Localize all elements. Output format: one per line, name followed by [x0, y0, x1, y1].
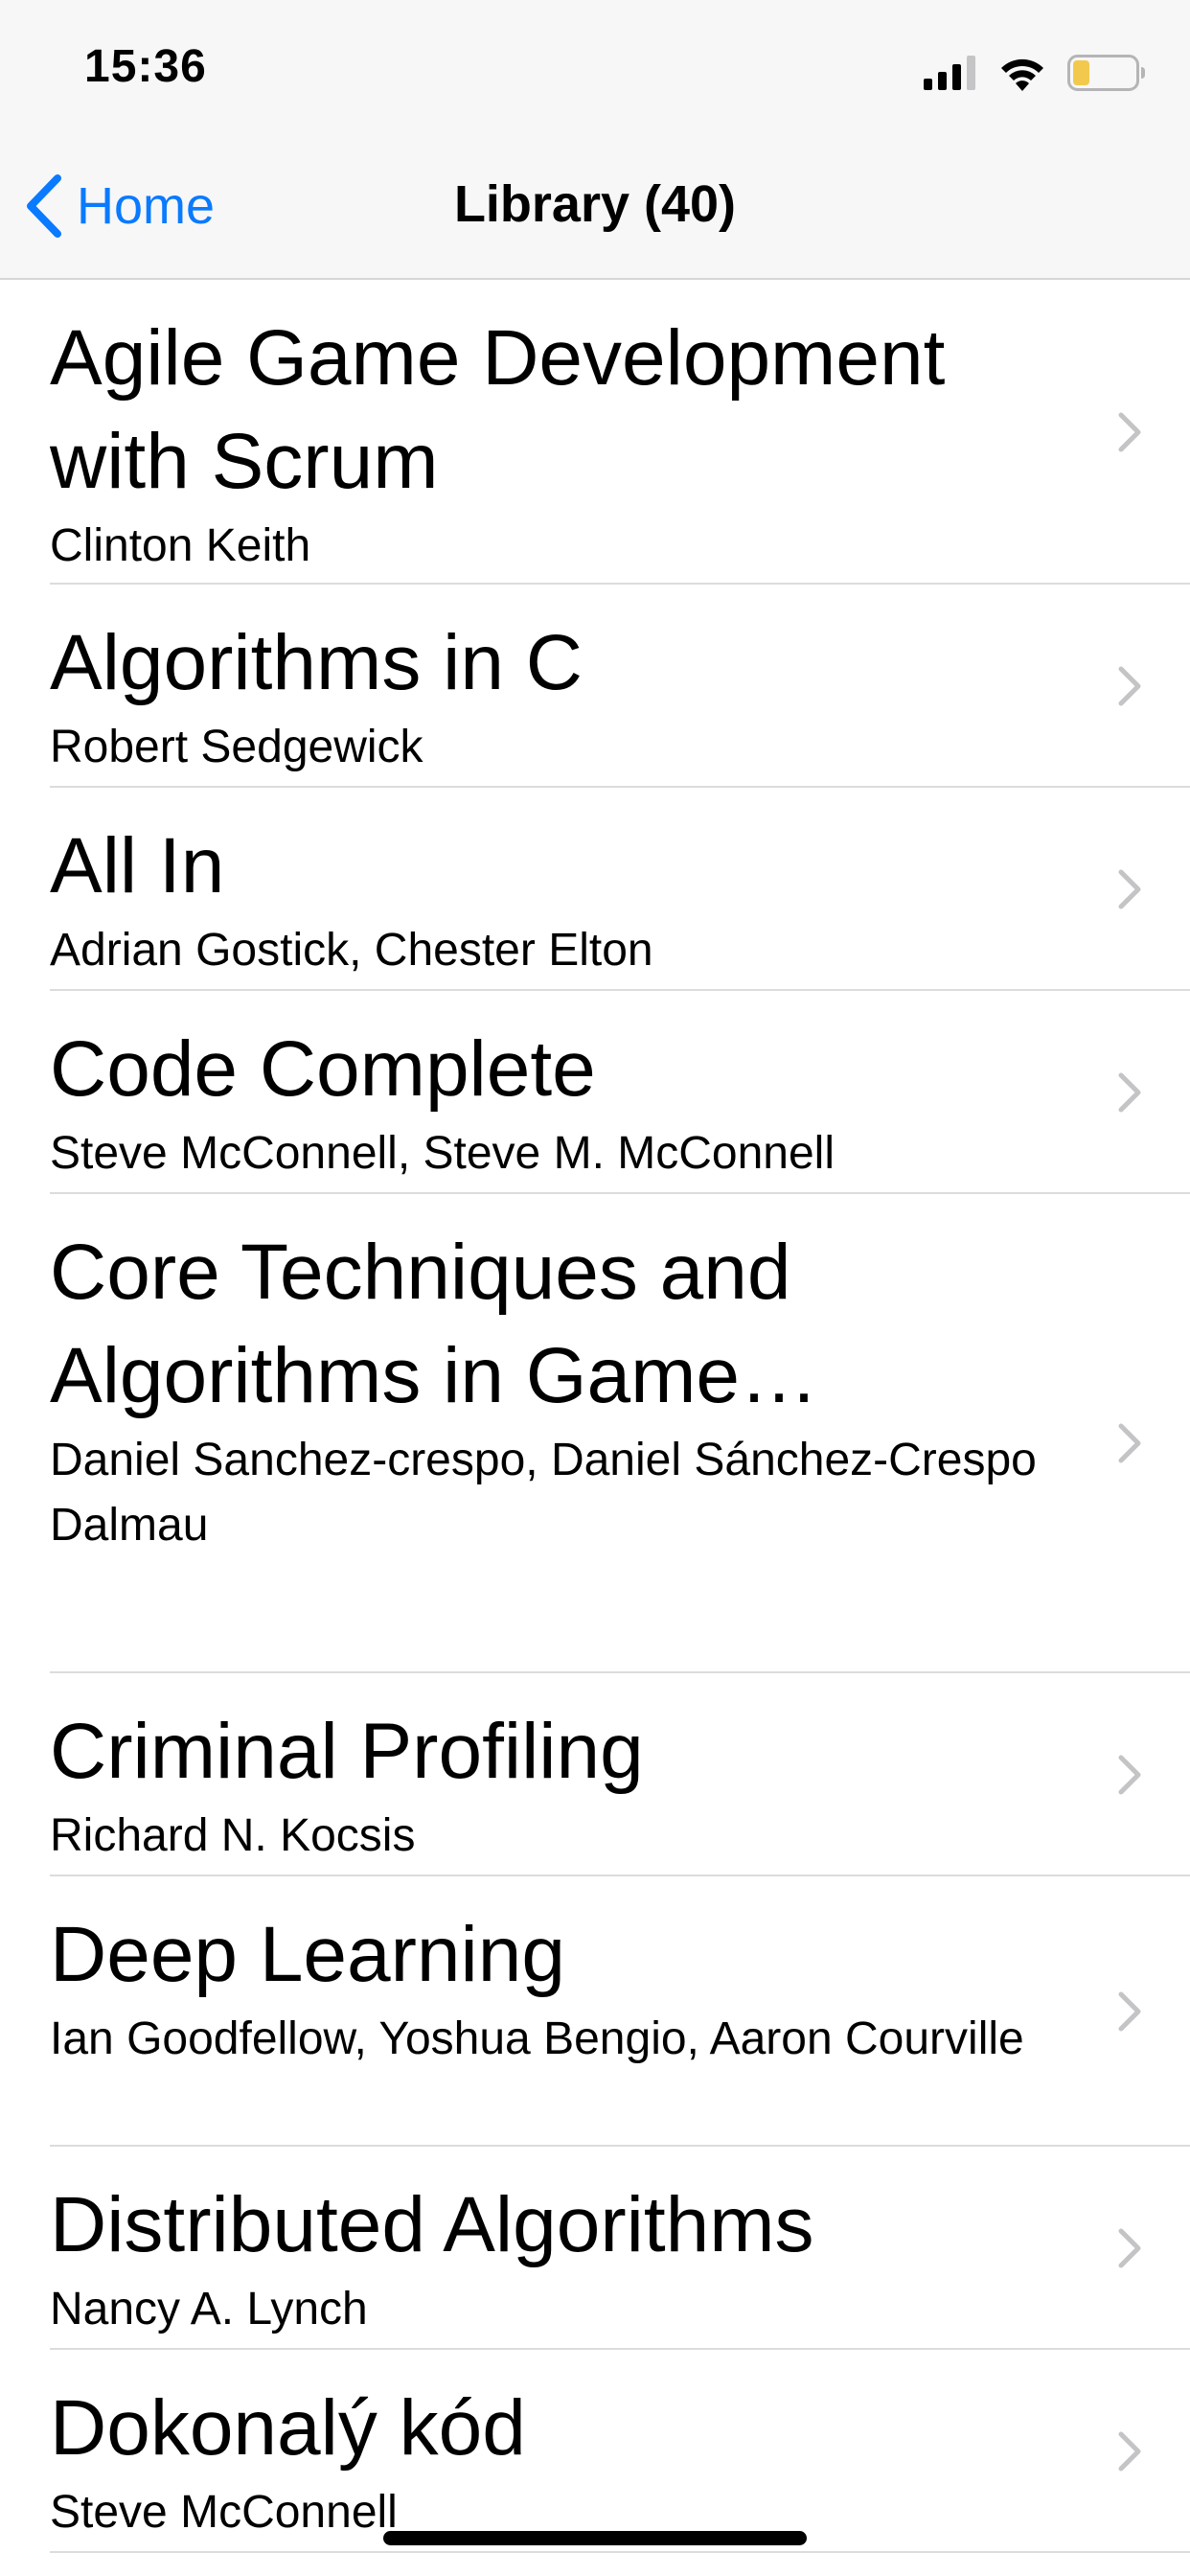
navigation-header: 15:36 Home Library (40) — [0, 0, 1190, 280]
list-item[interactable]: Distributed Algorithms Nancy A. Lynch — [0, 2147, 1190, 2350]
chevron-right-icon — [1118, 1755, 1141, 1795]
book-author: Robert Sedgewick — [50, 722, 423, 772]
chevron-right-icon — [1118, 2431, 1141, 2472]
book-author: Daniel Sanchez-crespo, Daniel Sánchez-Cr… — [50, 1435, 1037, 1551]
chevron-right-icon — [1118, 412, 1141, 452]
list-item[interactable]: Agile Game Development with Scrum Clinto… — [0, 280, 1190, 585]
wifi-icon — [1001, 58, 1043, 91]
chevron-right-icon — [1118, 1072, 1141, 1113]
signal-icon — [924, 56, 975, 90]
list-item[interactable]: All In Adrian Gostick, Chester Elton — [0, 788, 1190, 991]
book-title: Algorithms in C — [50, 619, 583, 706]
list-item[interactable]: Criminal Profiling Richard N. Kocsis — [0, 1673, 1190, 1876]
chevron-right-icon — [1118, 1423, 1141, 1463]
page-title: Library (40) — [453, 175, 737, 233]
book-title: Criminal Profiling — [50, 1708, 644, 1795]
book-author: Adrian Gostick, Chester Elton — [50, 925, 653, 976]
list-item[interactable]: Deep Learning Ian Goodfellow, Yoshua Ben… — [0, 1876, 1190, 2147]
book-author: Nancy A. Lynch — [50, 2284, 368, 2334]
book-author: Clinton Keith — [50, 520, 311, 571]
book-author: Richard N. Kocsis — [50, 1810, 416, 1861]
list-item[interactable]: Core Techniques and Algorithms in Game P… — [0, 1194, 1190, 1673]
book-title: All In — [50, 822, 225, 909]
list-item[interactable]: Dokonalý kód Steve McConnell — [0, 2350, 1190, 2553]
book-list: Agile Game Development with Scrum Clinto… — [0, 280, 1190, 2553]
status-icons — [924, 52, 1146, 94]
book-title: Deep Learning — [50, 1911, 565, 1998]
home-indicator[interactable] — [383, 2531, 807, 2545]
list-item[interactable]: Algorithms in C Robert Sedgewick — [0, 585, 1190, 788]
book-title: Distributed Algorithms — [50, 2181, 814, 2268]
chevron-right-icon — [1118, 666, 1141, 706]
status-time: 15:36 — [84, 41, 207, 92]
book-title: Core Techniques and Algorithms in Game P… — [50, 1229, 791, 1419]
chevron-right-icon — [1118, 869, 1141, 909]
chevron-right-icon — [1118, 1991, 1141, 2032]
book-title: Dokonalý kód — [50, 2384, 526, 2472]
book-author: Ian Goodfellow, Yoshua Bengio, Aaron Cou… — [50, 2013, 1024, 2064]
book-author: Steve McConnell, Steve M. McConnell — [50, 1128, 835, 1179]
chevron-right-icon — [1118, 2228, 1141, 2268]
book-title: Code Complete — [50, 1025, 596, 1113]
battery-icon — [1067, 55, 1145, 91]
book-title: Agile Game Development with Scrum — [50, 314, 946, 505]
list-item[interactable]: Code Complete Steve McConnell, Steve M. … — [0, 991, 1190, 1194]
